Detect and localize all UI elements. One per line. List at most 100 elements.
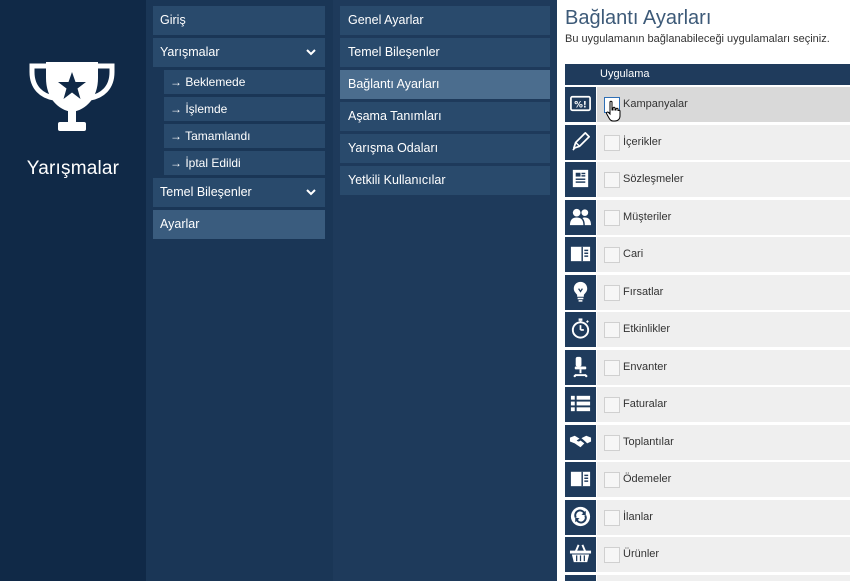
app-checkbox[interactable] (604, 472, 620, 488)
app-rail: Yarışmalar (0, 0, 146, 581)
app-row-ilanlar: İlanlar (565, 498, 850, 536)
menu-subitem-label: → İşlemde (170, 102, 228, 116)
basket-icon (569, 544, 592, 563)
app-row-urunler: Ürünler (565, 535, 850, 573)
app-checkbox[interactable] (604, 322, 620, 338)
submenu-item-yarisma-odalari[interactable]: Yarışma Odaları (340, 134, 550, 163)
menu-subitem-label: → Beklemede (170, 75, 246, 89)
app-checkbox[interactable] (604, 397, 620, 413)
app-checkbox[interactable] (604, 434, 620, 451)
submenu-item-label: Yetkili Kullanıcılar (348, 173, 446, 187)
trophy-icon (29, 62, 115, 131)
app-check-cell: Ürünler (597, 537, 850, 572)
app-check-cell: İlanlar (597, 499, 850, 535)
refresh-circle-icon (570, 506, 591, 526)
app-checkbox[interactable] (604, 134, 620, 151)
app-icon-cell (565, 199, 596, 235)
menu-subitem-label: → Tamamlandı (170, 129, 251, 143)
app-icon-cell: %! (565, 87, 596, 122)
app-row-sozlesmeler: Sözleşmeler (565, 160, 850, 198)
submenu-item-asama-tanimlari[interactable]: Aşama Tanımları (340, 102, 550, 131)
app-check-cell: İçerikler (597, 124, 850, 160)
app-icon-cell (565, 574, 596, 581)
app-checkbox[interactable] (604, 284, 620, 301)
app-row-odemeler: Ödemeler (565, 460, 850, 498)
submenu-item-yetkili-kullanicilar[interactable]: Yetkili Kullanıcılar (340, 166, 550, 195)
app-checkbox[interactable] (604, 359, 620, 376)
page-subtitle: Bu uygulamanın bağlanabileceği uygulamal… (565, 33, 830, 45)
app-label: Müşteriler (623, 210, 672, 223)
app-label: İlanlar (623, 510, 653, 523)
app-icon-cell (565, 162, 596, 197)
menu-subitem-iptal-edildi[interactable]: → İptal Edildi (164, 151, 325, 175)
submenu-item-label: Bağlantı Ayarları (348, 77, 440, 91)
menu-item-ayarlar[interactable]: Ayarlar (153, 210, 325, 239)
app-label: Cari (623, 248, 644, 260)
menu-item-yarismalar[interactable]: Yarışmalar (153, 38, 325, 67)
menu-subitem-tamamlandi[interactable]: → Tamamlandı (164, 124, 325, 148)
app-row-toplantilar: Toplantılar (565, 423, 850, 461)
list-icon (570, 395, 591, 412)
main-menu: Giriş Yarışmalar → Beklemede → İşlemde →… (146, 0, 333, 581)
submenu-item-label: Temel Bileşenler (348, 45, 440, 59)
app-checkbox[interactable] (604, 547, 620, 563)
app-row-more (565, 573, 850, 581)
app-label: İçerikler (623, 135, 662, 148)
app-check-cell: Envanter (597, 349, 850, 385)
app-icon-cell (565, 537, 596, 572)
submenu-item-genel-ayarlar[interactable]: Genel Ayarlar (340, 6, 550, 35)
app-checkbox[interactable] (604, 247, 620, 263)
menu-subitem-islemde[interactable]: → İşlemde (164, 97, 325, 121)
app-label: Envanter (623, 360, 668, 373)
document-icon (572, 169, 589, 188)
app-check-cell: Etkinlikler (597, 312, 850, 347)
handshake-icon (569, 435, 592, 447)
app-label: Faturalar (623, 398, 668, 410)
app-label: Ürünler (623, 548, 660, 560)
app-row-etkinlikler: Etkinlikler (565, 310, 850, 348)
app-row-cari: Cari (565, 235, 850, 273)
menu-item-label: Giriş (160, 13, 186, 27)
app-icon-cell (565, 312, 596, 347)
app-icon-cell (565, 424, 596, 460)
app-check-cell: Müşteriler (597, 199, 850, 235)
app-label: Toplantılar (623, 435, 674, 448)
menu-item-label: Yarışmalar (160, 45, 220, 59)
content-panel: Bağlantı Ayarları Bu uygulamanın bağlana… (557, 0, 850, 581)
app-checkbox[interactable] (604, 209, 620, 226)
app-checkbox[interactable] (604, 509, 620, 526)
settings-submenu: Genel Ayarlar Temel Bileşenler Bağlantı … (333, 0, 557, 581)
chevron-down-icon (306, 49, 316, 56)
menu-subitem-label: → İptal Edildi (170, 156, 241, 170)
app-row-firsatlar: Fırsatlar (565, 273, 850, 311)
app-checkbox[interactable] (604, 172, 620, 188)
app-row-faturalar: Faturalar (565, 385, 850, 423)
menu-subitem-beklemede[interactable]: → Beklemede (164, 70, 325, 94)
menu-item-giris[interactable]: Giriş (153, 6, 325, 35)
menu-item-label: Ayarlar (160, 217, 200, 231)
menu-item-temel-bilesenler[interactable]: Temel Bileşenler (153, 178, 325, 207)
app-list: %! Kampanyalar İçerikler Sözleşmeler Müş… (565, 85, 850, 581)
submenu-item-temel-bilesenler[interactable]: Temel Bileşenler (340, 38, 550, 67)
column-header-uygulama: Uygulama (600, 68, 650, 80)
office-chair-icon (573, 356, 588, 377)
app-row-musteriler: Müşteriler (565, 198, 850, 236)
app-check-cell: Cari (597, 237, 850, 272)
app-icon-cell (565, 124, 596, 160)
app-row-envanter: Envanter (565, 348, 850, 386)
percent-tag-icon: %! (570, 95, 591, 112)
app-label: Etkinlikler (623, 323, 671, 335)
app-title: Yarışmalar (26, 158, 120, 179)
app-check-cell: Ödemeler (597, 462, 850, 497)
app-icon-cell (565, 349, 596, 385)
app-check-cell: Fırsatlar (597, 274, 850, 310)
ledger-icon (570, 471, 591, 487)
app-icon-cell (565, 237, 596, 272)
ledger-icon (570, 246, 591, 262)
lightbulb-icon (573, 281, 588, 302)
submenu-item-baglanti-ayarlari[interactable]: Bağlantı Ayarları (340, 70, 550, 99)
users-icon (569, 208, 592, 225)
app-check-cell: Sözleşmeler (597, 162, 850, 197)
app-check-cell (597, 574, 850, 581)
app-check-cell: Kampanyalar (597, 87, 850, 122)
